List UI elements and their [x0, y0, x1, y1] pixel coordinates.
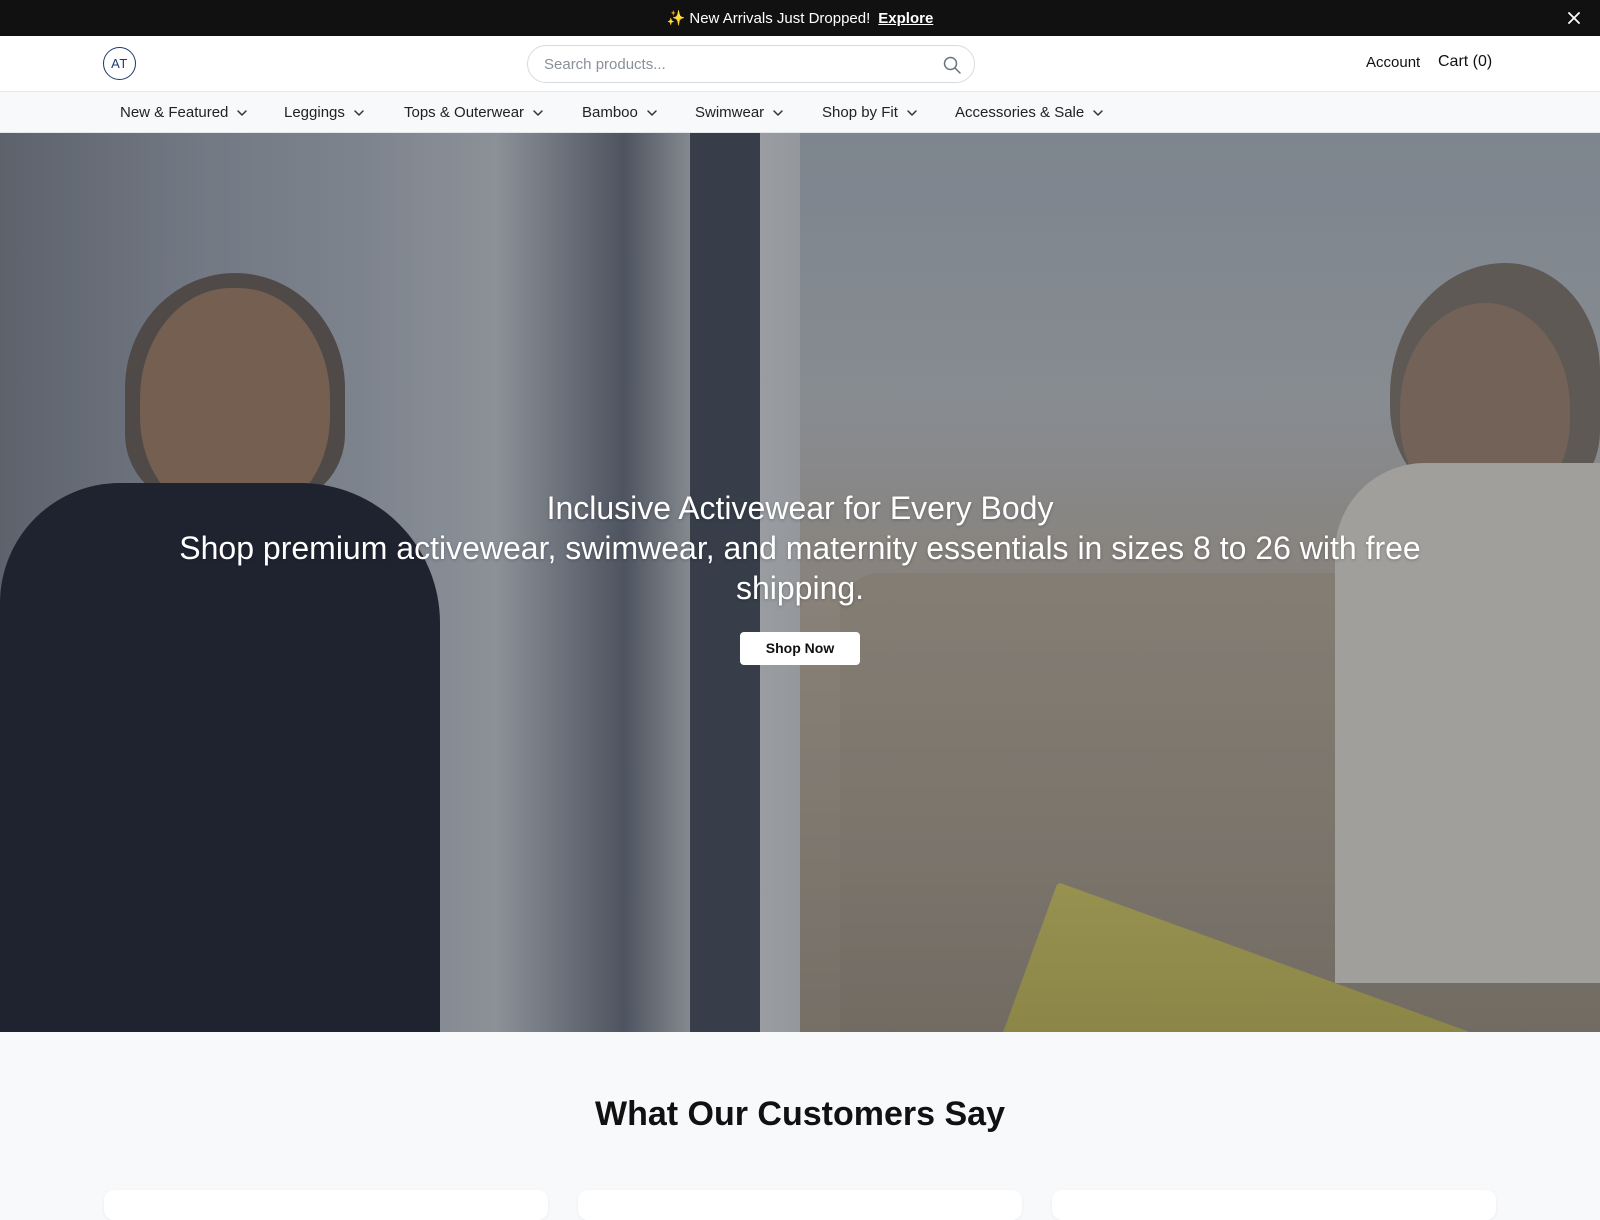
nav-item-label: Tops & Outerwear: [404, 104, 525, 121]
announcement-bar: ✨ New Arrivals Just Dropped! Explore: [0, 0, 1600, 36]
hero-subtitle: Shop premium activewear, swimwear, and m…: [179, 530, 1421, 606]
nav-item-bamboo[interactable]: Bamboo: [582, 92, 658, 133]
nav-item-label: Accessories & Sale: [955, 104, 1085, 121]
cart-link[interactable]: Cart (0): [1438, 53, 1492, 71]
close-icon[interactable]: [1564, 8, 1584, 28]
nav-item-tops-outerwear[interactable]: Tops & Outerwear: [404, 92, 544, 133]
search-input[interactable]: [544, 46, 924, 82]
explore-link[interactable]: Explore: [878, 10, 933, 27]
chevron-down-icon: [1093, 109, 1103, 116]
hero-title: Inclusive Activewear for Every Body: [546, 490, 1054, 526]
review-card: [578, 1190, 1022, 1220]
hero-content: Inclusive Activewear for Every Body Shop…: [0, 488, 1600, 665]
review-card: [104, 1190, 548, 1220]
nav-item-leggings[interactable]: Leggings: [284, 92, 365, 133]
hero-banner: Inclusive Activewear for Every Body Shop…: [0, 133, 1600, 1032]
nav-item-label: Bamboo: [582, 104, 638, 121]
nav-item-label: New & Featured: [120, 104, 229, 121]
chevron-down-icon: [773, 109, 783, 116]
chevron-down-icon: [647, 109, 657, 116]
reviews-heading: What Our Customers Say: [595, 1095, 1005, 1133]
account-link[interactable]: Account: [1366, 54, 1420, 71]
chevron-down-icon: [237, 109, 248, 116]
search-bar: [527, 45, 975, 83]
nav-item-label: Swimwear: [695, 104, 765, 121]
chevron-down-icon: [354, 109, 364, 116]
announcement-message: New Arrivals Just Dropped!: [689, 9, 871, 27]
search-icon[interactable]: [942, 55, 962, 75]
nav-item-new-featured[interactable]: New & Featured: [120, 92, 248, 133]
sparkle-icon: ✨: [666, 10, 686, 27]
nav-item-accessories-sale[interactable]: Accessories & Sale: [955, 92, 1104, 133]
nav-item-label: Shop by Fit: [822, 104, 898, 121]
shop-now-button[interactable]: Shop Now: [740, 632, 860, 665]
nav-item-label: Leggings: [284, 104, 345, 121]
main-nav: New & Featured Leggings Tops & Outerwear…: [0, 92, 1600, 133]
logo[interactable]: AT: [103, 47, 136, 80]
nav-item-swimwear[interactable]: Swimwear: [695, 92, 784, 133]
chevron-down-icon: [533, 109, 543, 116]
site-header: AT Account Cart (0): [0, 36, 1600, 92]
review-card: [1052, 1190, 1496, 1220]
nav-item-shop-by-fit[interactable]: Shop by Fit: [822, 92, 918, 133]
chevron-down-icon: [907, 109, 917, 116]
